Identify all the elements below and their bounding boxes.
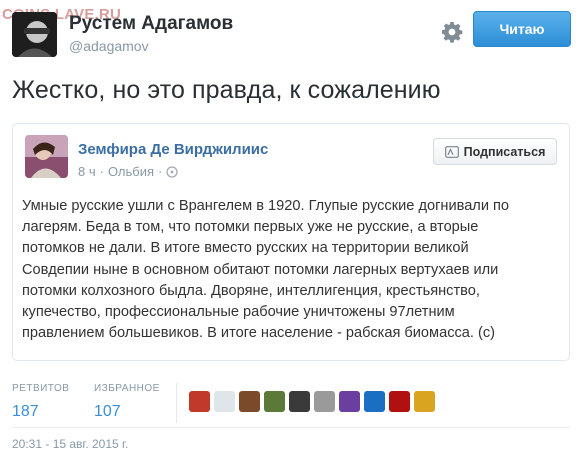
quoted-tweet-card[interactable]: Земфира Де Вирджилиис 8 ч · Ольбия · Под… <box>12 123 570 361</box>
quoted-body-line: правлением большевиков. В итоге населени… <box>22 325 496 342</box>
retweets-count[interactable]: 187 <box>12 403 69 421</box>
quoted-body-line: купечество, профессиональные рабочие уни… <box>22 304 455 321</box>
favorited-by-avatars <box>189 391 435 412</box>
meta-separator: · <box>158 164 163 179</box>
favorited-user-avatar[interactable] <box>314 391 335 412</box>
gear-icon[interactable] <box>440 20 464 44</box>
author-handle[interactable]: @adagamov <box>69 38 149 54</box>
favorited-user-avatar[interactable] <box>389 391 410 412</box>
quoted-location[interactable]: Ольбия <box>108 164 154 179</box>
quoted-body-line: Умные русские ушли с Врангелем в 1920. Г… <box>22 198 510 214</box>
favorited-user-avatar[interactable] <box>189 391 210 412</box>
tweet-timestamp[interactable]: 20:31 - 15 авг. 2015 г. <box>12 437 128 451</box>
footer-divider <box>12 427 570 428</box>
quoted-meta: 8 ч · Ольбия · <box>78 164 179 179</box>
user-avatar-icon <box>12 12 57 57</box>
favorites-stat[interactable]: ИЗБРАННОЕ 107 <box>94 383 160 421</box>
favorited-user-avatar[interactable] <box>414 391 435 412</box>
author-name[interactable]: Рустем Адагамов <box>69 13 233 35</box>
author-avatar[interactable] <box>12 12 57 57</box>
favorited-user-avatar[interactable] <box>239 391 260 412</box>
favorited-user-avatar[interactable] <box>364 391 385 412</box>
favorited-user-avatar[interactable] <box>264 391 285 412</box>
quoted-tweet-body: Умные русские ушли с Врангелем в 1920. Г… <box>22 196 562 344</box>
meta-separator: · <box>99 164 104 179</box>
favorites-label: ИЗБРАННОЕ <box>94 383 160 394</box>
retweets-label: РЕТВИТОВ <box>12 383 70 394</box>
quoted-body-line: потомки колхозного быдла. Дворяне, интел… <box>22 282 480 299</box>
quoted-avatar-icon <box>25 135 68 178</box>
favorited-user-avatar[interactable] <box>214 391 235 412</box>
quoted-body-line: потомков не дали. В итоге вместо русских… <box>22 240 469 257</box>
subscribe-label: Подписаться <box>463 144 546 159</box>
subscribe-button[interactable]: Подписаться <box>433 138 557 165</box>
tweet-text: Жестко, но это правда, к сожалению <box>12 76 441 104</box>
rss-feed-icon <box>444 145 459 158</box>
quoted-author-avatar[interactable] <box>25 135 68 178</box>
following-button[interactable]: Читаю <box>473 11 571 47</box>
lock-icon <box>166 165 179 178</box>
favorites-count[interactable]: 107 <box>94 403 160 421</box>
stats-divider <box>176 383 177 423</box>
quoted-time[interactable]: 8 ч <box>78 164 96 179</box>
favorited-user-avatar[interactable] <box>289 391 310 412</box>
favorited-user-avatar[interactable] <box>339 391 360 412</box>
retweets-stat[interactable]: РЕТВИТОВ 187 <box>12 383 69 421</box>
quoted-body-line: Совдепии ныне в основном обитают потомки… <box>22 261 499 278</box>
quoted-author-name[interactable]: Земфира Де Вирджилиис <box>78 141 268 158</box>
quoted-body-line: лагерям. Беда в том, что потомки первых … <box>22 219 479 236</box>
